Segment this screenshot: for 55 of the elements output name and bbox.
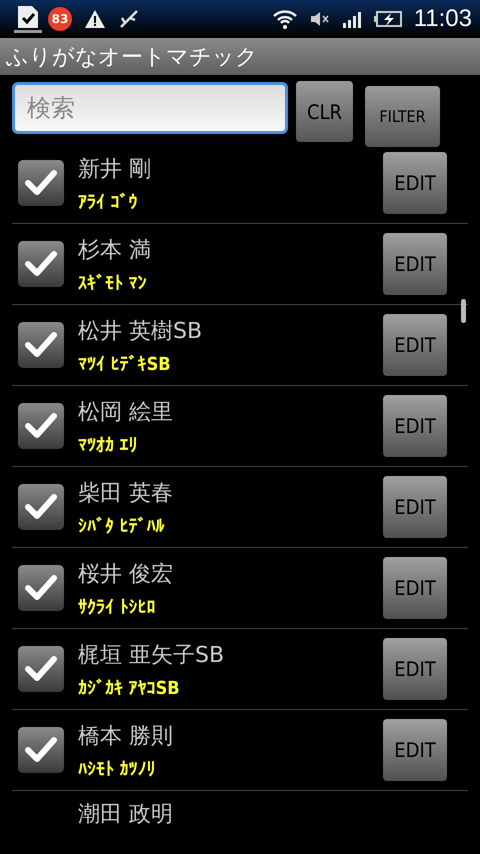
furigana-reading: ﾏﾂｲ ﾋﾃﾞｷSB [78, 354, 172, 374]
checkbox[interactable] [18, 565, 64, 611]
muted-speaker-icon [310, 12, 330, 26]
edit-button[interactable]: EDIT [383, 638, 447, 700]
furigana-reading: ﾏﾂｵｶ ｴﾘ [78, 434, 139, 456]
furigana-reading: ｻｸﾗｲ ﾄｼﾋﾛ [78, 596, 157, 618]
checkbox[interactable] [18, 241, 64, 287]
furigana-reading: ｼﾊﾞﾀ ﾋﾃﾞﾊﾙ [78, 516, 166, 536]
notification-badge: 83 [48, 7, 72, 31]
warning-icon [84, 9, 106, 29]
contact-name: 新井 剛 [78, 156, 152, 184]
checkmark-icon [24, 655, 58, 683]
checkmark-icon [24, 331, 58, 359]
checkmark-icon [24, 169, 58, 197]
checkmark-icon [24, 412, 58, 440]
download-done-icon [14, 4, 42, 34]
edit-button[interactable]: EDIT [383, 557, 447, 619]
checkbox[interactable] [18, 322, 64, 368]
contact-name: 桜井 俊宏 [78, 560, 174, 588]
furigana-reading: ｽｷﾞﾓﾄ ﾏﾝ [78, 272, 148, 294]
search-field[interactable]: 検索 [12, 82, 288, 134]
checkmark-icon [24, 250, 58, 278]
checkbox[interactable] [18, 160, 64, 206]
edit-button[interactable]: EDIT [383, 476, 447, 538]
checkbox[interactable] [18, 646, 64, 692]
contact-name: 潮田 政明 [78, 801, 174, 829]
furigana-reading: ｱﾗｲ ｺﾞｳ [78, 192, 139, 212]
furigana-reading: ﾊｼﾓﾄ ｶﾂﾉﾘ [78, 758, 157, 780]
window-title: ふりがなオートマチック [5, 44, 259, 72]
edit-button[interactable]: EDIT [383, 395, 447, 457]
furigana-reading: ｶｼﾞｶｷ ｱﾔｺSB [78, 678, 181, 698]
battery-charging-icon [374, 11, 402, 27]
edit-button[interactable]: EDIT [383, 152, 447, 214]
scrollbar-thumb[interactable] [461, 299, 466, 323]
checkmark-icon [24, 574, 58, 602]
edit-button[interactable]: EDIT [383, 719, 447, 781]
checkbox[interactable] [18, 403, 64, 449]
contact-name: 柴田 英春 [78, 480, 174, 508]
clear-button[interactable]: CLR [296, 81, 353, 142]
filter-button[interactable]: FILTER [365, 86, 440, 147]
edit-button[interactable]: EDIT [383, 314, 447, 376]
signal-icon [342, 9, 362, 29]
contact-name: 橋本 勝則 [78, 722, 174, 750]
usb-icon [118, 8, 140, 30]
checkmark-icon [24, 493, 58, 521]
checkbox[interactable] [18, 727, 64, 773]
edit-button[interactable]: EDIT [383, 233, 447, 295]
contact-name: 松井 英樹SB [78, 318, 204, 346]
contact-name: 松岡 絵里 [78, 398, 174, 426]
contact-name: 梶垣 亜矢子SB [78, 642, 226, 670]
checkbox[interactable] [18, 484, 64, 530]
wifi-icon [272, 9, 298, 29]
clock-time: 11:03 [414, 5, 472, 33]
checkmark-icon [24, 736, 58, 764]
contact-name: 杉本 満 [78, 236, 152, 264]
